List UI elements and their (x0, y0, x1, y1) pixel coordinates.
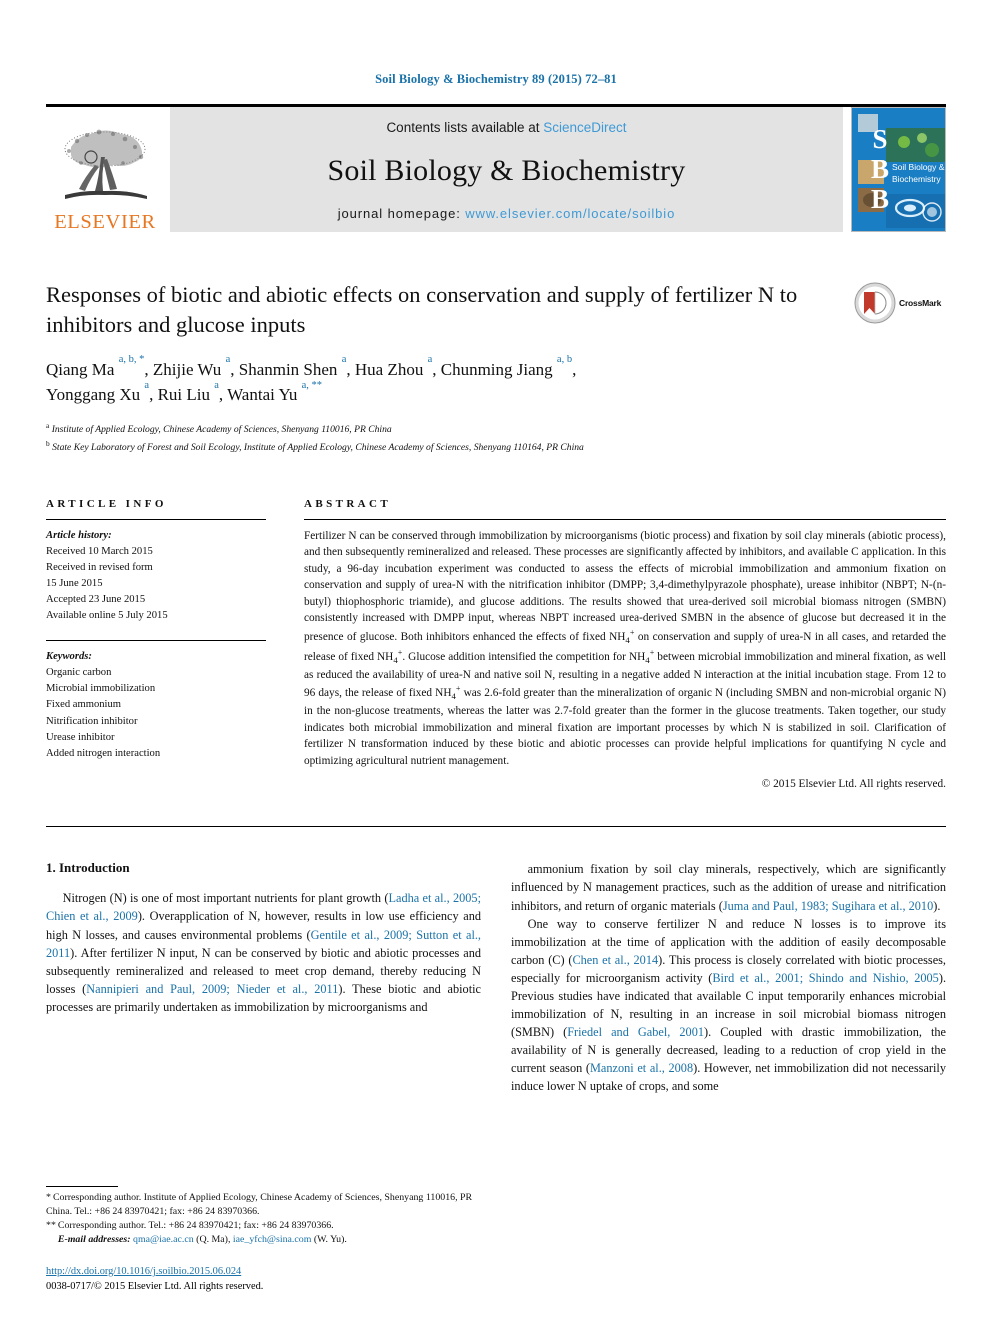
body-columns: 1. Introduction Nitrogen (N) is one of m… (46, 860, 946, 1095)
journal-title: Soil Biology & Biochemistry (327, 153, 686, 187)
body-column-right: ammonium fixation by soil clay minerals,… (511, 860, 946, 1095)
keyword-item: Added nitrogen interaction (46, 747, 161, 759)
abstract-column: ABSTRACT Fertilizer N can be conserved t… (304, 497, 947, 791)
paper-page: Soil Biology & Biochemistry 89 (2015) 72… (0, 0, 992, 1323)
intro-paragraph-right-1: ammonium fixation by soil clay minerals,… (511, 862, 946, 913)
doi-block: http://dx.doi.org/10.1016/j.soilbio.2015… (46, 1264, 476, 1295)
issn-copyright-line: 0038-0717/© 2015 Elsevier Ltd. All right… (46, 1281, 264, 1293)
doi-link[interactable]: http://dx.doi.org/10.1016/j.soilbio.2015… (46, 1264, 476, 1280)
crossmark-badge[interactable]: CrossMark (854, 282, 946, 324)
keyword-item: Urease inhibitor (46, 731, 115, 743)
page-title: Responses of biotic and abiotic effects … (46, 282, 798, 337)
crossmark-icon (854, 282, 896, 324)
title-and-authors: Responses of biotic and abiotic effects … (46, 280, 854, 456)
homepage-prefix: journal homepage: (337, 206, 466, 221)
corresponding-author-2: ** Corresponding author. Tel.: +86 24 839… (46, 1219, 476, 1233)
journal-homepage-line: journal homepage: www.elsevier.com/locat… (338, 206, 675, 221)
keyword-item: Nitrification inhibitor (46, 715, 138, 727)
author-line-2: Yonggang Xu a, Rui Liu a, Wantai Yu a, *… (46, 379, 323, 404)
author-list: Qiang Ma a, b, *, Zhijie Wu a, Shanmin S… (46, 354, 836, 407)
running-head: Soil Biology & Biochemistry 89 (2015) 72… (375, 72, 617, 86)
abstract-rule (304, 518, 946, 520)
asterisk-icon: * (46, 1191, 51, 1203)
affiliation-list: a Institute of Applied Ecology, Chinese … (46, 420, 836, 455)
cover-title-line2: Biochemistry (892, 174, 941, 184)
contents-available-line: Contents lists available at ScienceDirec… (386, 120, 626, 135)
title-block: Responses of biotic and abiotic effects … (46, 280, 946, 456)
double-asterisk-icon: ** (46, 1219, 56, 1231)
intro-paragraph-left: Nitrogen (N) is one of most important nu… (46, 891, 482, 1014)
introduction-heading: 1. Introduction (46, 860, 130, 876)
history-item: 15 June 2015 (46, 577, 103, 589)
cover-title-line1: Soil Biology & (892, 162, 945, 172)
keywords-rule (46, 640, 266, 642)
email-owner-2: (W. Yu). (313, 1233, 347, 1245)
affiliation-b: b State Key Laboratory of Forest and Soi… (46, 438, 584, 454)
keyword-item: Organic carbon (46, 667, 112, 679)
email-label: E-mail addresses: (57, 1233, 131, 1245)
corresponding-author-2-text: Corresponding author. Tel.: +86 24 83970… (57, 1219, 334, 1231)
article-info-rule (46, 518, 266, 520)
intro-paragraph-right-2: One way to conserve fertilizer N and red… (511, 916, 947, 1094)
crossmark-label: CrossMark (899, 298, 942, 308)
article-info-column: ARTICLE INFO Article history: Received 1… (46, 498, 304, 791)
email-owner-1: (Q. Ma), (196, 1233, 231, 1245)
history-item: Available online 5 July 2015 (46, 610, 168, 622)
journal-cover-thumbnail: S B B Soil Biology & Biochemistry (851, 107, 946, 232)
keywords-label: Keywords: (46, 651, 92, 663)
abstract-copyright: © 2015 Elsevier Ltd. All rights reserved… (761, 778, 946, 791)
sciencedirect-link[interactable]: ScienceDirect (543, 120, 626, 135)
section-divider (46, 826, 946, 828)
cover-letter-s: S (872, 124, 887, 154)
contents-prefix: Contents lists available at (386, 120, 544, 135)
email-link-2[interactable]: iae_yfch@sina.com (233, 1234, 311, 1245)
history-item: Accepted 23 June 2015 (46, 593, 146, 605)
masthead-center-panel: Contents lists available at ScienceDirec… (170, 107, 843, 232)
article-info-heading: ARTICLE INFO (46, 497, 167, 510)
email-line: E-mail addresses: qma@iae.ac.cn (Q. Ma),… (46, 1233, 476, 1247)
journal-homepage-link[interactable]: www.elsevier.com/locate/soilbio (465, 206, 675, 221)
abstract-text: Fertilizer N can be conserved through im… (304, 529, 947, 767)
keywords-group: Keywords: Organic carbon Microbial immob… (46, 649, 266, 762)
body-column-left: 1. Introduction Nitrogen (N) is one of m… (46, 860, 481, 1095)
email-link-1[interactable]: qma@iae.ac.cn (133, 1234, 194, 1245)
cover-letter-b2: B (871, 184, 889, 214)
history-item: Received 10 March 2015 (46, 545, 153, 557)
info-abstract-region: ARTICLE INFO Article history: Received 1… (46, 497, 947, 791)
history-item: Received in revised form (46, 561, 153, 573)
elsevier-wordmark: ELSEVIER (54, 210, 156, 233)
journal-masthead: ELSEVIER Contents lists available at Sci… (46, 104, 946, 232)
journal-cover-art: S B B Soil Biology & Biochemistry (852, 108, 945, 231)
author-line-1: Qiang Ma a, b, *, Zhijie Wu a, Shanmin S… (46, 354, 577, 379)
keyword-item: Fixed ammonium (46, 699, 122, 711)
keyword-item: Microbial immobilization (46, 683, 156, 695)
corresponding-author-1-text: Corresponding author. Institute of Appli… (46, 1191, 473, 1217)
elsevier-logo: ELSEVIER (46, 107, 164, 232)
affiliation-b-text: State Key Laboratory of Forest and Soil … (52, 442, 584, 454)
affiliation-a-text: Institute of Applied Ecology, Chinese Ac… (51, 424, 392, 436)
footnote-rule (46, 1185, 118, 1187)
article-history-group: Article history: Received 10 March 2015 … (46, 528, 266, 625)
elsevier-tree-icon (64, 129, 147, 199)
affiliation-a: a Institute of Applied Ecology, Chinese … (46, 421, 392, 436)
article-history-label: Article history: (46, 529, 112, 541)
cover-letter-b1: B (871, 154, 889, 184)
footnote-block: * Corresponding author. Institute of Appl… (46, 1185, 476, 1295)
corresponding-author-1: * Corresponding author. Institute of Appl… (46, 1191, 476, 1219)
abstract-heading: ABSTRACT (304, 497, 392, 510)
